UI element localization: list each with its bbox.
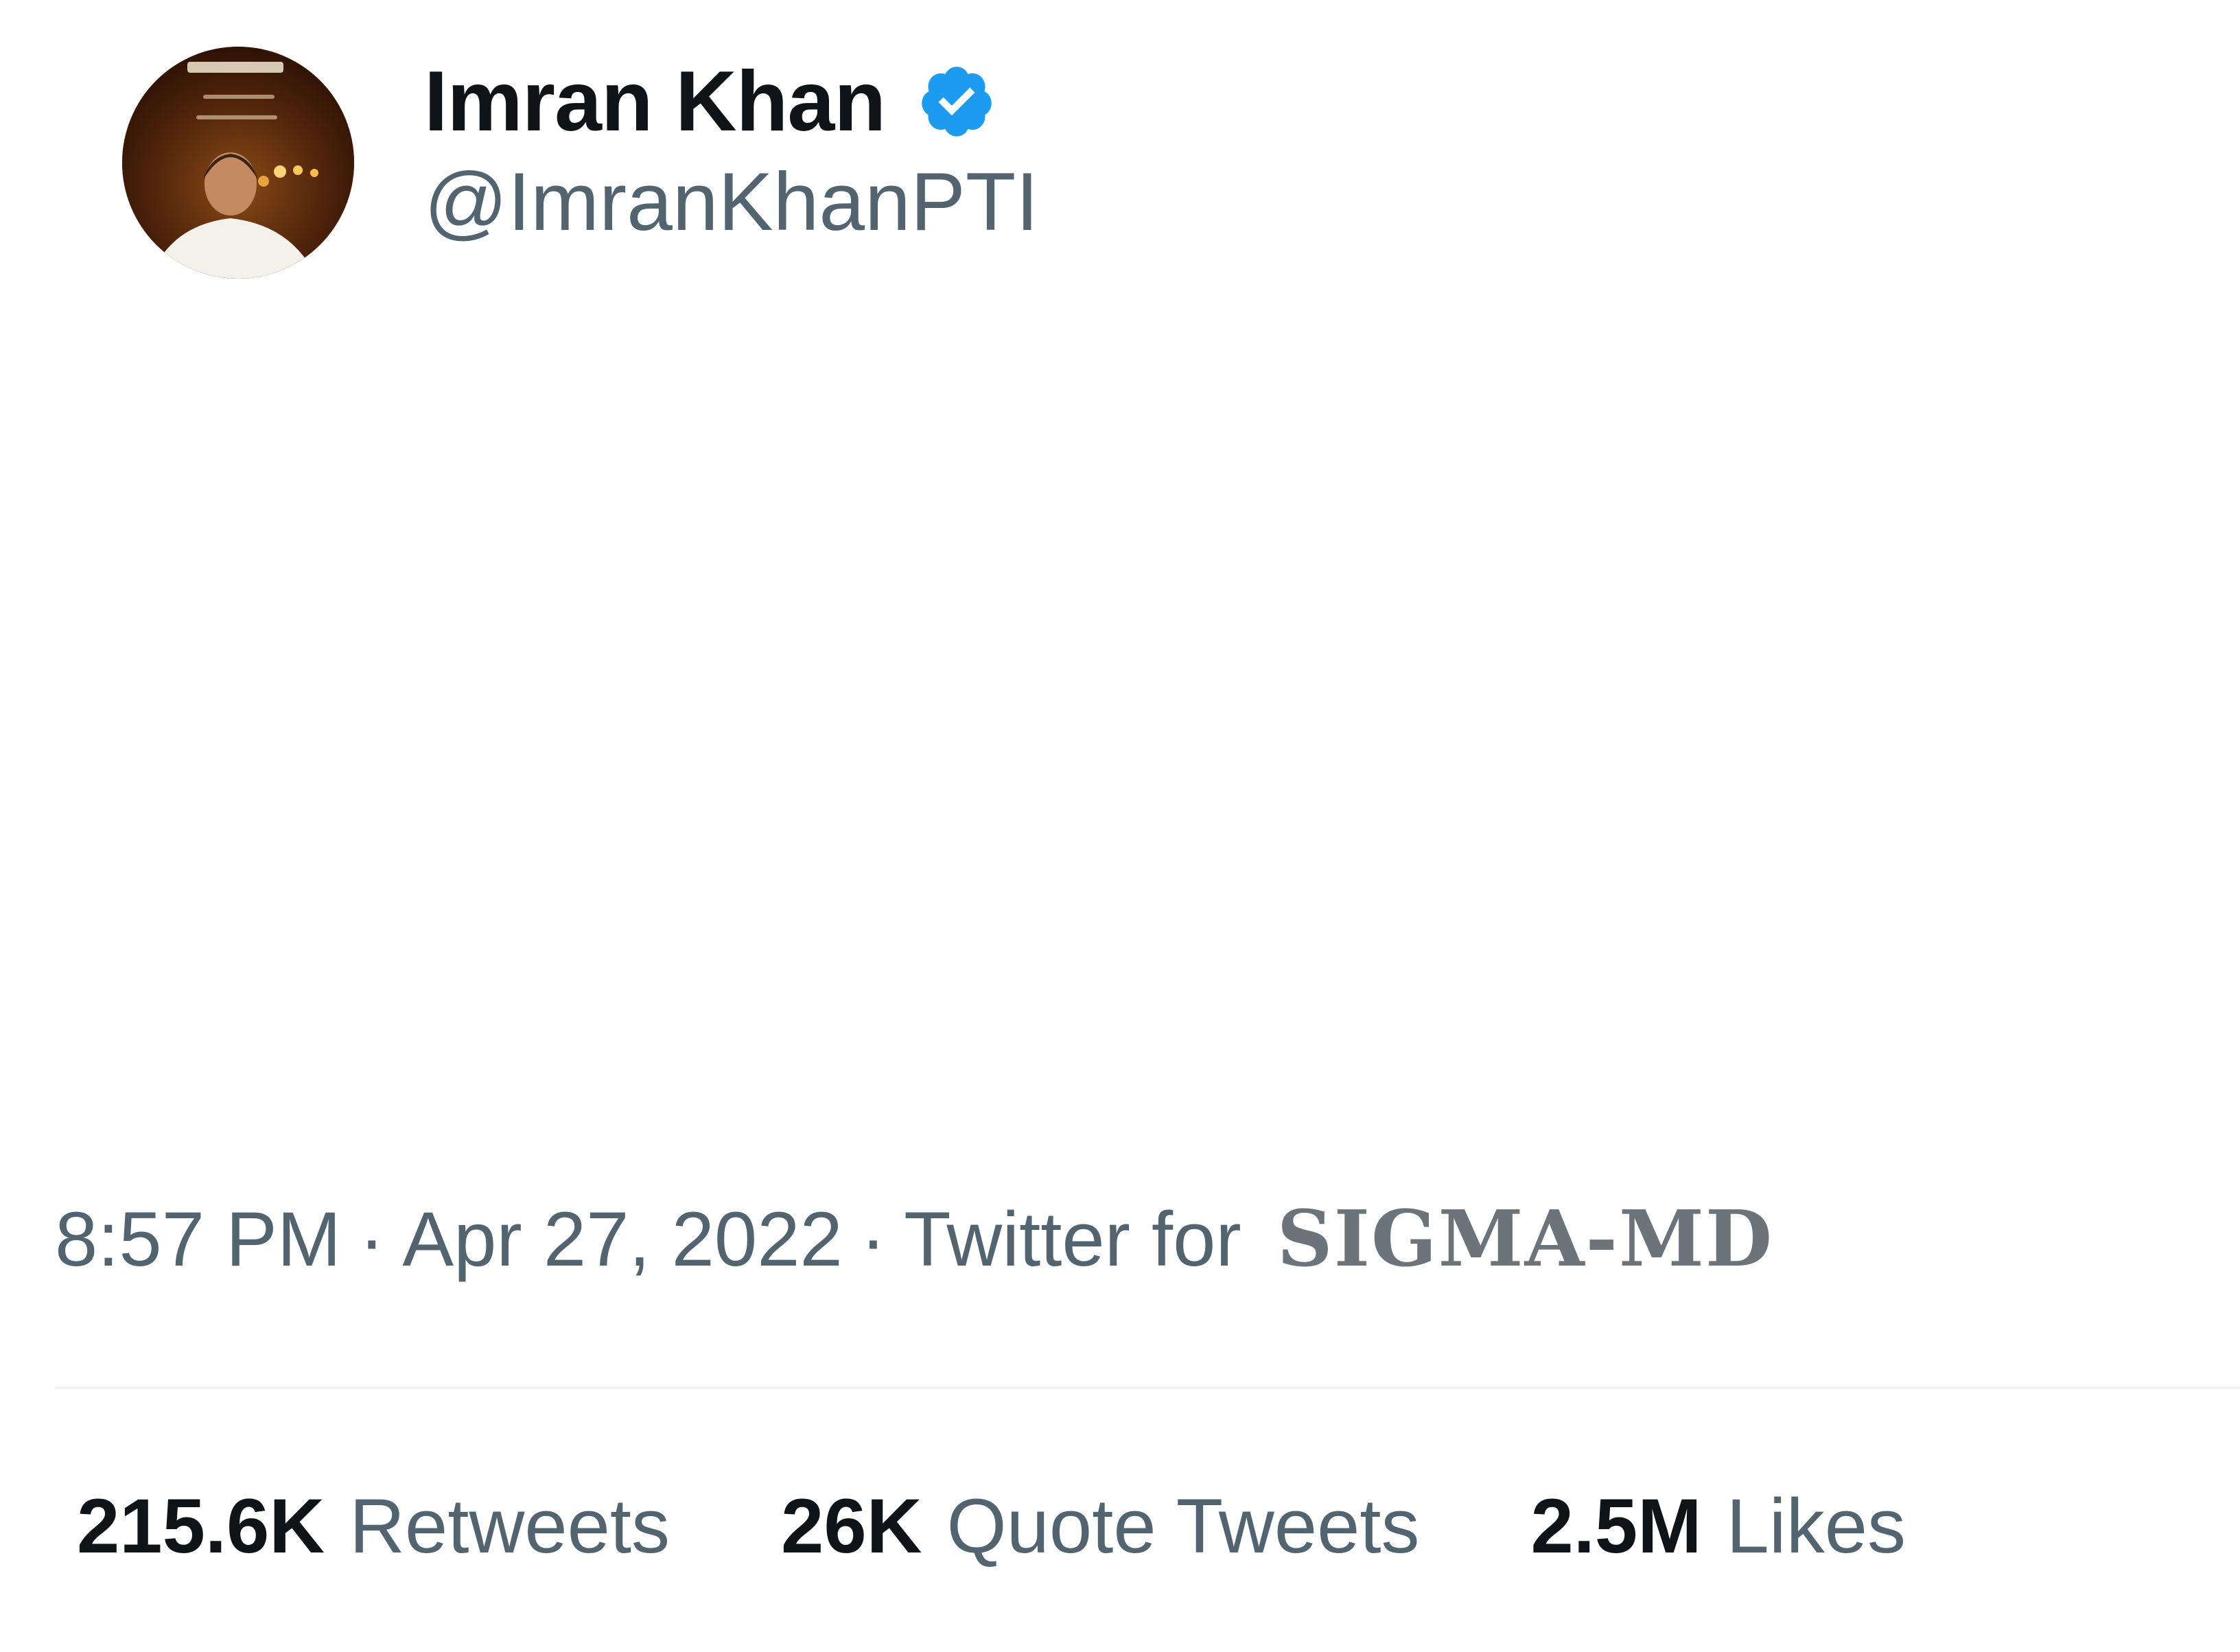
retweets-stat[interactable]: 215.6K Retweets — [77, 1488, 670, 1565]
quote-tweets-count: 26K — [781, 1483, 922, 1569]
tweet-header: Imran Khan @ImranKhanPTI — [0, 0, 2240, 288]
author-handle[interactable]: @ImranKhanPTI — [424, 161, 1039, 243]
likes-label: Likes — [1726, 1483, 1906, 1569]
separator: · — [860, 1196, 887, 1282]
separator: · — [359, 1196, 385, 1282]
display-name-row: Imran Khan — [424, 54, 1039, 150]
client-prefix: Twitter for — [904, 1196, 1241, 1282]
avatar[interactable] — [122, 47, 354, 279]
verified-badge-icon — [917, 62, 996, 141]
quote-tweets-stat[interactable]: 26K Quote Tweets — [781, 1488, 1419, 1565]
retweets-label: Retweets — [349, 1483, 670, 1569]
quote-tweets-label: Quote Tweets — [946, 1483, 1420, 1569]
retweets-count: 215.6K — [77, 1483, 325, 1569]
likes-count: 2.5M — [1530, 1483, 1702, 1569]
likes-stat[interactable]: 2.5M Likes — [1531, 1488, 1906, 1565]
profile-photo — [122, 47, 354, 279]
engagement-stats: 215.6K Retweets 26K Quote Tweets 2.5M Li… — [77, 1488, 1906, 1565]
client-source[interactable]: SIGMA-MD — [1277, 1201, 1773, 1278]
tweet-time[interactable]: 8:57 PM — [55, 1201, 341, 1278]
tweet-metadata: 8:57 PM · Apr 27, 2022 · Twitter for SIG… — [55, 1201, 1773, 1278]
divider — [55, 1386, 2240, 1389]
author-names: Imran Khan @ImranKhanPTI — [424, 54, 1039, 243]
tweet-date[interactable]: Apr 27, 2022 — [402, 1201, 842, 1278]
display-name[interactable]: Imran Khan — [424, 59, 886, 144]
